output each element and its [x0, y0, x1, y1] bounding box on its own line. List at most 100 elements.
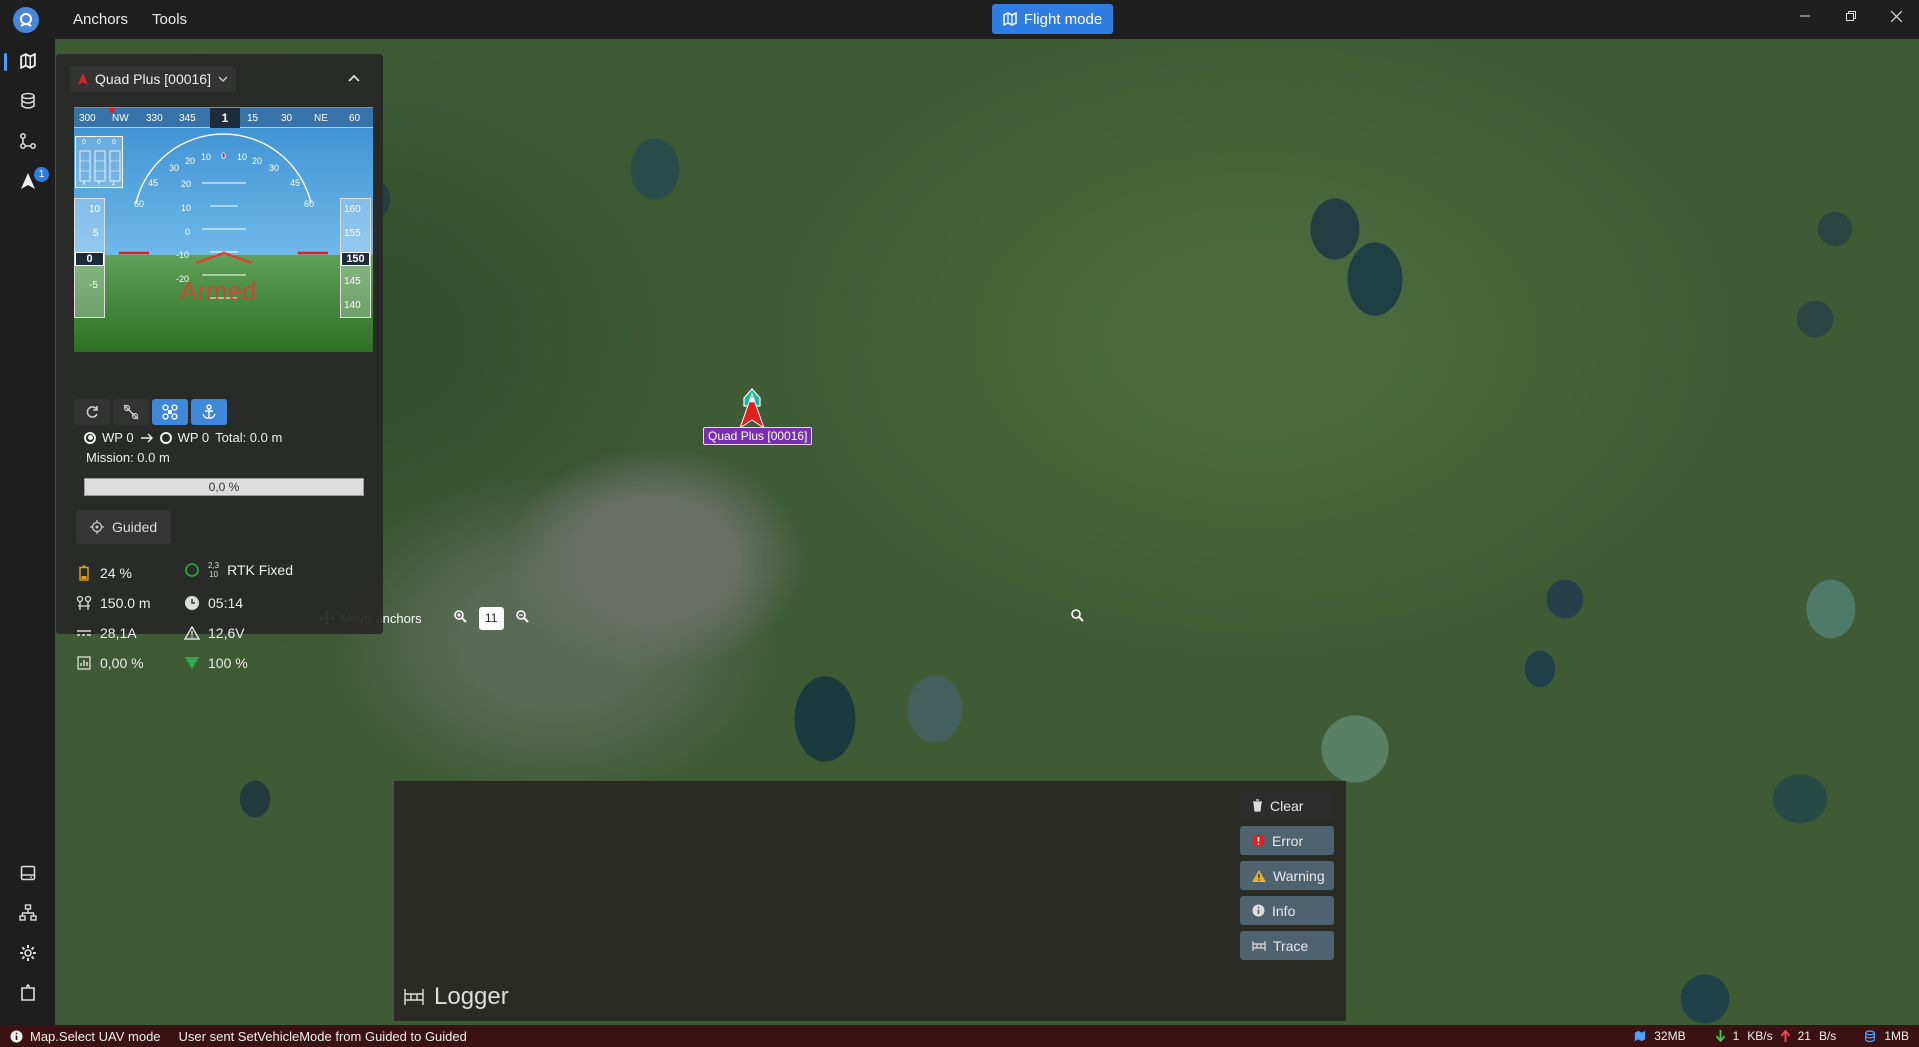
current-value: 28,1A — [100, 625, 137, 641]
app-logo-icon[interactable] — [13, 6, 39, 33]
battery-value: 24 % — [100, 565, 132, 581]
compass-tick: NW — [112, 113, 129, 124]
roll-label: 30 — [269, 163, 280, 173]
vehicle-selector[interactable]: Quad Plus [00016] — [70, 66, 236, 92]
nav-plugins[interactable] — [0, 975, 55, 1011]
wp-to-radio[interactable] — [159, 431, 172, 444]
speed-tape: 10 5 0 -5 — [74, 198, 105, 318]
compass-tick: 300 — [79, 113, 96, 124]
nav-network[interactable] — [0, 895, 55, 931]
trash-icon — [1253, 799, 1262, 812]
upload-rate: 21 — [1797, 1029, 1811, 1043]
disable-drone-button[interactable] — [113, 399, 149, 425]
close-button[interactable] — [1873, 0, 1919, 32]
minimize-button[interactable] — [1782, 0, 1828, 32]
battery-readout: 24 % — [76, 565, 132, 581]
compass-tick: NE — [314, 113, 328, 124]
menu-anchors[interactable]: Anchors — [73, 11, 128, 28]
database-icon — [1865, 1029, 1876, 1042]
restore-button[interactable] — [1828, 0, 1874, 32]
nav-routes[interactable] — [0, 123, 55, 159]
altitude-value: 150.0 m — [100, 595, 151, 611]
roll-label: 45 — [290, 178, 301, 188]
altitude-tick: 140 — [344, 300, 361, 311]
zoom-in-button[interactable] — [453, 610, 467, 626]
waypoint-row: WP 0 WP 0 Total: 0.0 m — [84, 430, 282, 445]
speed-current: 0 — [75, 252, 104, 266]
logger-filter-error[interactable]: Error — [1240, 826, 1334, 855]
nav-vehicles[interactable]: 1 — [0, 163, 55, 199]
refresh-icon — [86, 406, 98, 418]
title-bar: Anchors Tools Flight mode — [0, 0, 1919, 39]
compass-tick: 15 — [247, 113, 259, 124]
error-icon — [1252, 834, 1265, 847]
roll-label: 20 — [185, 156, 196, 166]
gps-satellites: 2,3 10 — [208, 561, 219, 579]
logger-clear-label: Clear — [1270, 797, 1304, 814]
wp-from-label: WP 0 — [102, 430, 134, 445]
speed-tick: 5 — [93, 228, 99, 239]
nav-active-indicator — [4, 53, 7, 71]
collapse-panel-button[interactable] — [348, 70, 360, 85]
compass-tick: 330 — [146, 113, 163, 124]
battery-icon — [79, 565, 89, 581]
flight-mode-value: Guided — [112, 519, 158, 535]
menu-tools[interactable]: Tools — [152, 11, 187, 28]
gps-ring-icon — [185, 563, 199, 577]
mission-progress-text: 0,0 % — [208, 480, 240, 494]
flight-time-readout: 05:14 — [184, 595, 243, 611]
network-icon — [18, 904, 37, 921]
telemetry-panel: Quad Plus [00016] 300 NW 330 345 15 30 N… — [56, 54, 383, 671]
gear-icon — [19, 945, 36, 961]
download-arrow-icon — [1715, 1030, 1725, 1042]
download-rate: 1 — [1732, 1029, 1740, 1043]
chevron-down-icon — [218, 76, 228, 82]
mission-progress-bar: 0,0 % — [84, 478, 364, 496]
nav-settings[interactable] — [0, 935, 55, 971]
left-navigation: 1 — [0, 39, 55, 1025]
logger-clear-button[interactable]: Clear — [1240, 791, 1334, 820]
nav-map[interactable] — [0, 43, 55, 79]
disk-usage: 1MB — [1884, 1029, 1909, 1043]
nav-database[interactable] — [0, 83, 55, 119]
gps-fix-value: RTK Fixed — [227, 562, 293, 578]
info-icon — [1252, 904, 1265, 917]
uav-label[interactable]: Quad Plus [00016] — [703, 427, 813, 445]
download-unit: KB/s — [1747, 1029, 1773, 1043]
arrow-right-icon — [140, 433, 153, 442]
flight-mode-button[interactable]: Flight mode — [992, 4, 1113, 34]
logger-filter-warning[interactable]: Warning — [1240, 861, 1334, 890]
map-search-button[interactable] — [1071, 609, 1084, 627]
wp-from-radio[interactable] — [84, 431, 96, 444]
attitude-indicator: 300 NW 330 345 15 30 NE 60 1 0 0 0 X Y Z… — [74, 107, 373, 352]
roll-label: 45 — [148, 178, 159, 188]
anchor-button[interactable] — [191, 399, 227, 425]
nav-storage[interactable] — [0, 855, 55, 891]
refresh-button[interactable] — [74, 399, 110, 425]
compass-tick: 60 — [349, 113, 361, 124]
upload-arrow-icon — [1780, 1030, 1790, 1042]
status-mode: Map.Select UAV mode — [10, 1029, 161, 1044]
zoom-out-button[interactable] — [515, 610, 529, 626]
compass-tape: 300 NW 330 345 15 30 NE 60 1 — [74, 108, 373, 128]
crosshair-icon — [90, 520, 104, 534]
database-icon — [20, 92, 35, 109]
altitude-tape: 160 155 150 145 140 — [340, 198, 371, 318]
throttle-readout: 0,00 % — [76, 655, 144, 671]
uav-arrow-icon — [78, 73, 88, 85]
gps-sats-top: 2,3 — [208, 561, 220, 570]
altitude-readout: 150.0 m — [76, 595, 151, 611]
flight-mode-selector[interactable]: Guided — [76, 510, 172, 544]
anchor-icon — [202, 404, 216, 419]
attitude-graphics — [119, 133, 328, 299]
pitch-label: 0 — [185, 227, 191, 237]
logger-filter-info[interactable]: Info — [1240, 896, 1334, 925]
follow-drone-button[interactable] — [152, 399, 188, 425]
throttle-icon — [77, 656, 91, 670]
zoom-out-icon — [515, 610, 529, 623]
altitude-tick: 160 — [344, 204, 361, 215]
roll-label: 60 — [304, 199, 315, 209]
gps-sats-bottom: 10 — [209, 570, 219, 579]
logger-filter-trace[interactable]: Trace — [1240, 931, 1334, 960]
logger-panel: Clear Error Warning Info Trace Logger — [394, 781, 1346, 1021]
